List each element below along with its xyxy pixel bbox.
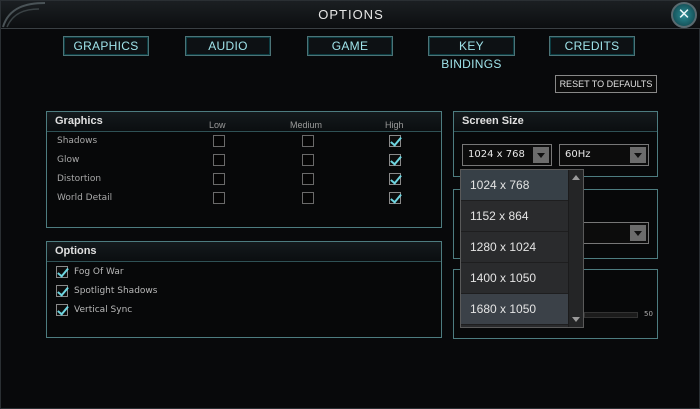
glow-low-checkbox[interactable] [213,154,225,166]
resolution-select[interactable]: 1024 x 768 [462,144,552,166]
distortion-medium-checkbox[interactable] [302,173,314,185]
world-detail-low-checkbox[interactable] [213,192,225,204]
tab-graphics[interactable]: GRAPHICS [63,36,149,56]
shadows-low-checkbox[interactable] [213,135,225,147]
row-label-world-detail: World Detail [57,193,113,203]
refresh-rate-select[interactable]: 60Hz [559,144,649,166]
scroll-up-icon[interactable] [572,175,580,180]
chevron-down-icon[interactable] [533,147,549,163]
slider-value: 50 [644,310,653,318]
row-label-distortion: Distortion [57,174,102,184]
graphics-panel: Graphics Low Medium High Shadows Glow Di… [46,111,442,228]
world-detail-high-checkbox[interactable] [389,192,401,204]
resolution-option[interactable]: 1400 x 1050 [461,263,569,294]
refresh-rate-value: 60Hz [565,149,591,160]
vertical-sync-label: Vertical Sync [74,305,133,315]
title-bar: OPTIONS ✕ [1,1,700,29]
chevron-down-icon[interactable] [630,147,646,163]
close-button[interactable]: ✕ [671,2,697,28]
distortion-high-checkbox[interactable] [389,173,401,185]
graphics-header: Graphics Low Medium High [47,112,441,132]
scroll-down-icon[interactable] [572,317,580,322]
glow-medium-checkbox[interactable] [302,154,314,166]
dropdown-scrollbar[interactable] [568,170,583,327]
spotlight-shadows-checkbox[interactable] [56,285,68,297]
resolution-option[interactable]: 1280 x 1024 [461,232,569,263]
reset-to-defaults-button[interactable]: RESET TO DEFAULTS [555,75,657,93]
resolution-option[interactable]: 1024 x 768 [461,170,569,201]
tab-credits[interactable]: CREDITS [549,36,635,56]
world-detail-medium-checkbox[interactable] [302,192,314,204]
row-label-shadows: Shadows [57,136,98,146]
resolution-option[interactable]: 1680 x 1050 [461,294,569,325]
options-window: OPTIONS ✕ GRAPHICS AUDIO GAME KEY BINDIN… [0,0,700,409]
resolution-option[interactable]: 1152 x 864 [461,201,569,232]
chevron-down-icon[interactable] [630,225,646,241]
options-header: Options [47,242,441,262]
resolution-dropdown-list: 1024 x 768 1152 x 864 1280 x 1024 1400 x… [460,169,584,328]
column-high: High [385,120,404,130]
resolution-value: 1024 x 768 [468,149,525,160]
screen-size-panel: Screen Size 1024 x 768 60Hz [453,111,658,177]
distortion-low-checkbox[interactable] [213,173,225,185]
glow-high-checkbox[interactable] [389,154,401,166]
shadows-medium-checkbox[interactable] [302,135,314,147]
graphics-header-label: Graphics [55,115,103,127]
screen-size-header: Screen Size [454,112,657,132]
tab-game[interactable]: GAME [307,36,393,56]
window-title: OPTIONS [318,7,384,22]
shadows-high-checkbox[interactable] [389,135,401,147]
column-medium: Medium [290,120,323,130]
column-low: Low [209,120,226,130]
spotlight-shadows-label: Spotlight Shadows [74,286,158,296]
tab-audio[interactable]: AUDIO [185,36,271,56]
options-panel: Options Fog Of War Spotlight Shadows Ver… [46,241,442,338]
slider-track[interactable] [584,312,638,318]
vertical-sync-checkbox[interactable] [56,304,68,316]
tab-key-bindings[interactable]: KEY BINDINGS [428,36,515,71]
fog-of-war-checkbox[interactable] [56,266,68,278]
fog-of-war-label: Fog Of War [74,267,124,277]
row-label-glow: Glow [57,155,80,165]
